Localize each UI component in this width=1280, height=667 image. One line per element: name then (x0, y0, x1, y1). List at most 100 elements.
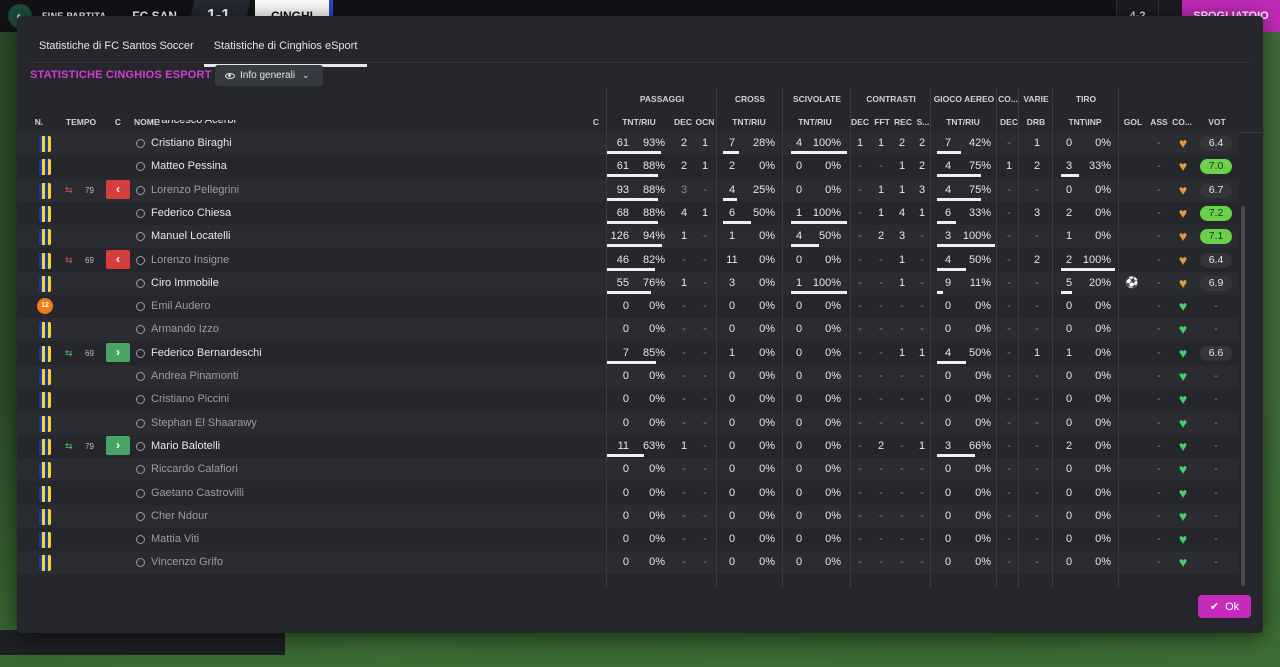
person-icon (136, 372, 145, 381)
table-row[interactable]: Andrea Pinamonti 0 0% - - 0 0% 0 0% - - - - 0 0% - - 0 0% -… (17, 365, 1239, 388)
player-name[interactable]: Armando Izzo (151, 318, 219, 341)
shirt-icon (39, 252, 51, 269)
chevron-left-icon[interactable]: ‹ (106, 249, 130, 269)
table-row[interactable]: ⇆ 69 ‹ Lorenzo Insigne 46 82% - -11 0% 0 0% - -1-4 50… (17, 249, 1239, 272)
table-row[interactable]: ⇆ 69 › Federico Bernardeschi 7 85% - -1 0% 0 0% - -1… (17, 342, 1239, 365)
pass-pct: 0% (649, 300, 665, 313)
pass-ocn: - (703, 300, 707, 313)
contrast-s: - (920, 486, 924, 499)
table-row[interactable]: Armando Izzo 0 0% - - 0 0% 0 0% - - - - 0 0% - - 0 0% - ♥ - (17, 318, 1239, 342)
assists: - (1157, 416, 1161, 429)
pass-bar (607, 220, 659, 224)
shot-attempts: 0 (1065, 183, 1073, 196)
pass-ocn: - (703, 370, 707, 382)
rating-badge: - (1214, 509, 1218, 522)
column-divider (1118, 88, 1119, 588)
chevron-right-icon[interactable]: › (106, 435, 130, 455)
table-row[interactable]: Cristiano Piccini 0 0% - - 0 0% 0 0% - - - - 0 0% - - 0 0%… (17, 388, 1239, 411)
cross-bar (723, 197, 737, 201)
chevron-left-icon[interactable]: ‹ (106, 179, 130, 199)
table-row[interactable]: Riccardo Calafiori 0 0% - - 0 0% 0 0% - - - - 0 0% - - 0 0… (17, 458, 1239, 482)
heart-orange-icon: ♥ (1178, 158, 1188, 175)
dribbles: 1 (1033, 346, 1041, 359)
assists: - (1157, 253, 1161, 266)
table-row[interactable]: 12 Emil Audero 0 0% - - 0 0% 0 0% - - - - 0 0% - - 0 0% - ♥ - (17, 295, 1239, 318)
pass-dec: - (682, 509, 686, 522)
player-name[interactable]: Andrea Pinamonti (151, 365, 238, 388)
assists: - (1157, 556, 1161, 569)
contrast-dec: - (858, 276, 862, 289)
contrast-rec: - (900, 416, 904, 429)
player-name[interactable]: Matteo Pessina (151, 155, 227, 178)
player-name[interactable]: Cristiano Piccini (151, 388, 229, 411)
ok-button[interactable]: ✔ Ok (1198, 595, 1251, 618)
player-name[interactable]: Cristiano Biraghi (151, 132, 232, 155)
player-name[interactable]: Lorenzo Insigne (151, 249, 229, 272)
shot-pct: 33% (1088, 160, 1111, 173)
sub-minute: 69 (85, 255, 94, 265)
co-dec: 1 (1005, 160, 1013, 173)
table-row[interactable]: ⇆ 79 ‹ Lorenzo Pellegrini 93 88% 3-4 25% 0 0% -1 1 3… (17, 178, 1239, 202)
player-name[interactable]: Cher Ndour (151, 505, 208, 528)
assists: - (1157, 300, 1161, 313)
aerial-attempts: 0 (944, 463, 952, 476)
cross-attempts: 1 (728, 346, 736, 359)
player-name[interactable]: Gaetano Castrovilli (151, 482, 244, 505)
contrast-dec: - (858, 160, 862, 173)
rating-badge: 6.4 (1200, 136, 1232, 151)
aerial-pct: 0% (975, 486, 991, 499)
shot-pct: 0% (1095, 323, 1111, 336)
player-name[interactable]: Emil Audero (151, 295, 210, 318)
co-dec: - (1007, 346, 1011, 359)
player-name[interactable]: Stephan El Shaarawy (151, 412, 257, 435)
player-name[interactable]: Manuel Locatelli (151, 225, 231, 248)
heart-orange-icon: ♥ (1178, 181, 1188, 198)
pass-pct: 0% (649, 533, 665, 546)
contrast-dec: - (858, 370, 862, 382)
contrast-fft: - (879, 370, 883, 382)
player-name[interactable]: Riccardo Calafiori (151, 458, 238, 481)
table-row[interactable]: Manuel Locatelli 126 94% 1-1 0% 4 50% -2 3-3 100%… (17, 225, 1239, 249)
pass-bar (607, 151, 661, 154)
pass-ocn: - (703, 393, 707, 406)
table-row[interactable]: Ciro Immobile 55 76% 1-3 0% 1 100% - -1-9 11% - -5 2… (17, 271, 1239, 295)
co-dec: - (1007, 486, 1011, 499)
player-name[interactable]: Mario Balotelli (151, 435, 220, 458)
sub-minute: 79 (85, 185, 94, 195)
player-name[interactable]: Federico Bernardeschi (151, 342, 262, 365)
person-icon (136, 302, 145, 312)
player-name[interactable]: Federico Chiesa (151, 202, 231, 225)
pass-dec: - (682, 323, 686, 336)
table-row[interactable]: Federico Chiesa 68 88% 4 1 6 50% 1 100% -1 4 1 6 33% -… (17, 202, 1239, 225)
cross-pct: 0% (759, 276, 775, 289)
table-row[interactable]: ⇆ 79 › Mario Balotelli 11 63% 1-0 0% 0 0% -2-1 3 66%… (17, 435, 1239, 458)
table-row[interactable]: Vincenzo Grifo 0 0% - - 0 0% 0 0% - - - - 0 0% - - 0 0% - ♥ - (17, 551, 1239, 575)
co-dec: - (1007, 439, 1011, 452)
table-row[interactable]: Matteo Pessina 61 88% 2 1 2 0% 0 0% - -1 2 4 75% 1 2 3 33… (17, 155, 1239, 178)
heart-orange-icon: ♥ (1178, 228, 1188, 245)
rating-badge: - (1214, 300, 1218, 313)
cross-pct: 25% (752, 183, 775, 196)
dribbles: - (1035, 533, 1039, 546)
table-row[interactable]: Cher Ndour 0 0% - - 0 0% 0 0% - - - - 0 0% - - 0 0% - ♥ - (17, 504, 1239, 528)
contrast-s: - (920, 556, 924, 569)
aerial-pct: 0% (975, 370, 991, 382)
table-row[interactable]: Gaetano Castrovilli 0 0% - - 0 0% 0 0% - - - - 0 0% - - 0… (17, 482, 1239, 505)
cross-attempts: 0 (728, 556, 736, 569)
table-row[interactable]: Stephan El Shaarawy 0 0% - - 0 0% 0 0% - - - - 0 0% - - 0… (17, 411, 1239, 435)
shot-attempts: 0 (1065, 370, 1073, 382)
view-selector[interactable]: Info generali ⌄ (215, 65, 323, 86)
table-row[interactable]: Cristiano Biraghi 61 93% 2 1 7 28% 4 100% 1 1 2 2 7 42… (17, 132, 1239, 155)
player-name[interactable]: Ciro Immobile (151, 272, 219, 295)
aerial-attempts: 0 (944, 509, 952, 522)
player-name[interactable]: Mattia Viti (151, 528, 199, 551)
chevron-right-icon[interactable]: › (106, 342, 130, 362)
player-name[interactable]: Vincenzo Grifo (151, 551, 223, 574)
player-name[interactable]: Lorenzo Pellegrini (151, 179, 239, 202)
table-row[interactable]: Mattia Viti 0 0% - - 0 0% 0 0% - - - - 0 0% - - 0 0% - ♥ - (17, 528, 1239, 551)
table-scrollbar[interactable] (1241, 206, 1245, 586)
dribbles: - (1035, 416, 1039, 429)
table-row-partial[interactable]: Francesco Acerbi (17, 120, 1239, 132)
player-name[interactable]: Francesco Acerbi (151, 120, 236, 132)
aerial-pct: 0% (975, 463, 991, 476)
